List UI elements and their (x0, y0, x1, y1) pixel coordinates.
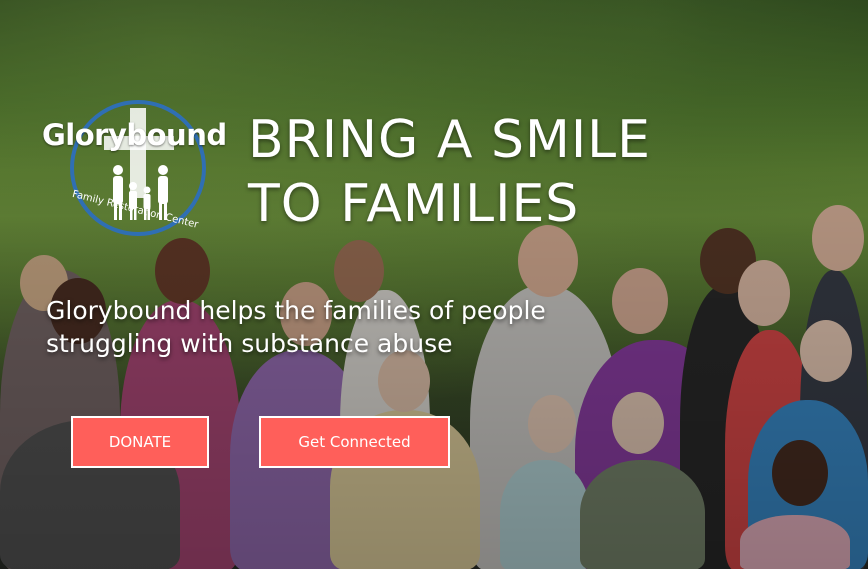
hero-headline: BRING A SMILE TO FAMILIES (248, 108, 848, 236)
dark-overlay (0, 0, 868, 569)
tagline-line-1: Glorybound helps the families of people (46, 296, 546, 325)
logo-title: Glorybound (42, 118, 227, 152)
headline-line-2: TO FAMILIES (248, 174, 580, 234)
hero-tagline: Glorybound helps the families of people … (46, 294, 686, 360)
glorybound-logo[interactable]: Glorybound Family Restoration Center (42, 100, 227, 236)
headline-line-1: BRING A SMILE (248, 110, 651, 170)
hero-section: Glorybound Family Restoration Center BRI… (0, 0, 868, 569)
donate-button[interactable]: DONATE (71, 416, 209, 468)
get-connected-button[interactable]: Get Connected (259, 416, 450, 468)
tagline-line-2: struggling with substance abuse (46, 329, 453, 358)
